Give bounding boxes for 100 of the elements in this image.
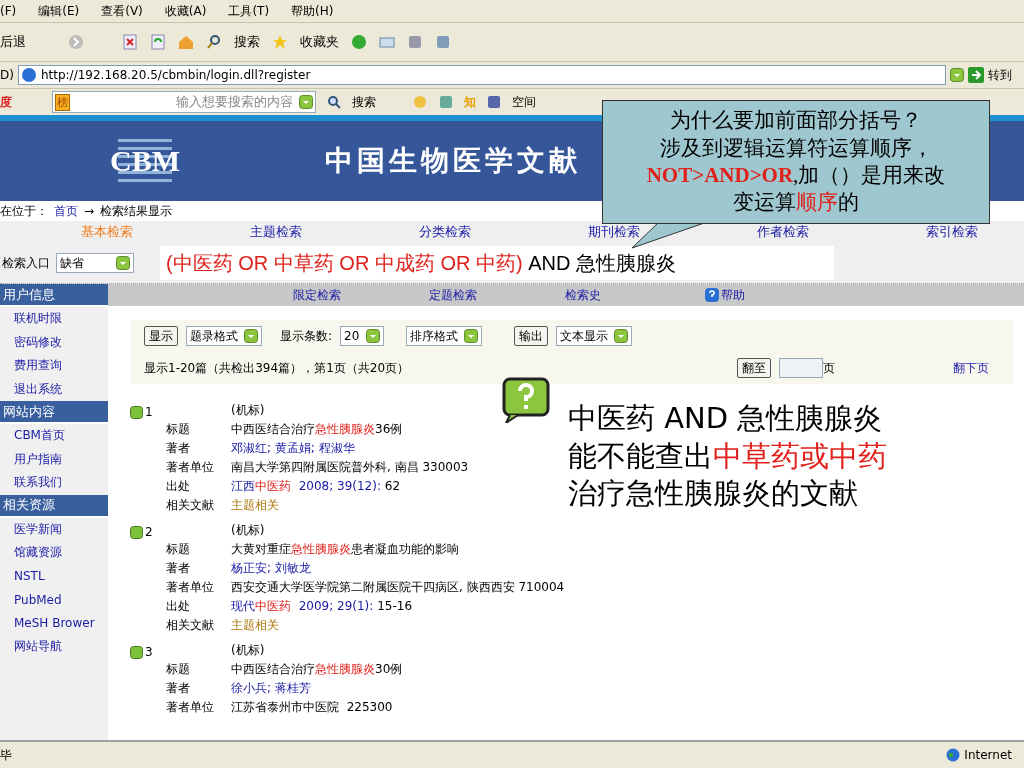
search-button[interactable]: 搜索	[234, 33, 260, 51]
record-number: 2	[130, 522, 166, 539]
menu-item[interactable]: 帮助(H)	[291, 2, 334, 20]
note-text: 治疗急性胰腺炎的文献	[568, 475, 859, 513]
field-value: 南昌大学第四附属医院普外科, 南昌 330003	[231, 459, 469, 476]
field-value: 主题相关	[231, 497, 279, 514]
square-icon[interactable]	[435, 34, 451, 50]
search-tab[interactable]: 索引检索	[925, 223, 978, 241]
goto-button[interactable]: 翻至	[737, 358, 772, 378]
entry-label: 检索入口	[2, 254, 50, 272]
address-field[interactable]: http://192.168.20.5/cbmbin/login.dll?register	[17, 65, 946, 85]
sort-select[interactable]: 排序格式	[406, 326, 483, 346]
field-value: 大黄对重症急性胰腺炎患者凝血功能的影响	[231, 541, 459, 558]
sidebar-item[interactable]: 馆藏资源	[0, 541, 108, 565]
sidebar-item[interactable]: NSTL	[0, 564, 108, 588]
search-button[interactable]: 搜索	[352, 93, 376, 111]
sidebar-item[interactable]: 联机时限	[0, 307, 108, 331]
callout-text: NOT>AND>OR,加（）是用来改	[646, 162, 946, 189]
search-icon[interactable]	[326, 94, 342, 110]
search-tab[interactable]: 分类检索	[418, 223, 471, 241]
record-kind: (机标)	[231, 402, 265, 419]
refresh-icon[interactable]	[150, 34, 166, 50]
field-value: 江苏省泰州市中医院 225300	[231, 699, 393, 716]
field-label: 著者	[166, 680, 191, 697]
record-kind: (机标)	[231, 642, 265, 659]
sub-nav-link[interactable]: 限定检索	[293, 286, 341, 304]
show-button[interactable]: 显示	[144, 326, 178, 346]
field-label: 标题	[166, 541, 191, 558]
note-text: 能不能查出中草药或中药	[568, 437, 887, 475]
field-label: 著者	[166, 560, 191, 577]
query-text: (中医药 OR 中草药 OR 中成药 OR 中药) AND 急性胰腺炎	[160, 246, 834, 280]
export-button[interactable]: 输出	[514, 326, 549, 346]
field-value: 西安交通大学医学院第二附属医院干四病区, 陕西西安 710004	[231, 579, 565, 596]
field-label: 著者	[166, 440, 191, 457]
field-value: 中西医结合治疗急性胰腺炎30例	[231, 661, 403, 678]
count-label: 显示条数:	[280, 327, 333, 345]
format-select[interactable]: 题录格式	[186, 326, 262, 346]
search-icon[interactable]	[206, 34, 222, 50]
sidebar-item[interactable]: CBM首页	[0, 424, 108, 448]
record-marker-icon	[130, 646, 143, 659]
star-icon[interactable]	[272, 34, 288, 50]
go-icon[interactable]	[968, 67, 984, 83]
field-label: 著者单位	[166, 579, 215, 596]
field-label: 相关文献	[166, 497, 215, 514]
sidebar-item[interactable]: 网站导航	[0, 635, 108, 659]
go-button[interactable]: 转到	[988, 66, 1012, 84]
search-tab[interactable]: 作者检索	[756, 223, 809, 241]
record-kind: (机标)	[231, 522, 265, 539]
output-select[interactable]: 文本显示	[556, 326, 633, 346]
entry-select[interactable]: 缺省	[56, 253, 134, 273]
stop-icon[interactable]	[122, 34, 138, 50]
search-tab[interactable]: 期刊检索	[587, 223, 640, 241]
sidebar-item[interactable]: 用户指南	[0, 447, 108, 471]
sidebar-item[interactable]: 联系我们	[0, 471, 108, 495]
menu-item[interactable]: 收藏(A)	[164, 2, 207, 20]
home-link[interactable]: 首页	[54, 202, 78, 220]
callout-text: 变运算顺序的	[733, 189, 859, 217]
note-text: 中医药 AND 急性胰腺炎	[568, 400, 884, 437]
arrow-text: →	[84, 204, 95, 218]
sidebar-item[interactable]: 医学新闻	[0, 517, 108, 541]
sidebar-heading: 相关资源	[0, 494, 108, 518]
menu-item[interactable]: 查看(V)	[101, 2, 143, 20]
sidebar-heading: 网站内容	[0, 401, 108, 424]
search-field[interactable]: 榜 输入想要搜索的内容	[52, 91, 316, 113]
menu-item[interactable]: 工具(T)	[228, 2, 270, 20]
back-button[interactable]: 后退	[0, 33, 26, 51]
zone-text: Internet	[946, 748, 1012, 762]
field-label: 著者单位	[166, 459, 215, 476]
field-value: 主题相关	[231, 617, 279, 634]
menu-item[interactable]: (F)	[0, 4, 17, 18]
sub-nav-link[interactable]: 定题检索	[429, 286, 477, 304]
favorites-button[interactable]: 收藏夹	[300, 33, 339, 51]
field-label: 标题	[166, 421, 191, 438]
count-select[interactable]: 20	[340, 326, 385, 346]
search-logo: 度	[0, 93, 12, 111]
cbm-logo: CBM	[90, 131, 200, 191]
callout-text: 涉及到逻辑运算符运算顺序，	[659, 134, 933, 162]
field-value: 邓淑红; 黄孟娟; 程淑华	[231, 440, 355, 457]
field-value: 江西中医药 2008; 39(12): 62	[231, 478, 401, 495]
current-page: 检索结果显示	[100, 202, 173, 220]
field-label: 著者单位	[166, 699, 215, 716]
search-tab[interactable]: 主题检索	[249, 223, 302, 241]
space-button[interactable]: 空间	[512, 93, 536, 111]
menu-item[interactable]: 编辑(E)	[38, 2, 80, 20]
sidebar-item[interactable]: 费用查询	[0, 354, 108, 378]
help-link[interactable]: 帮助	[705, 286, 745, 304]
sidebar-item[interactable]: MeSH Brower	[0, 611, 108, 635]
next-page-link[interactable]: 翻下页	[953, 359, 990, 377]
sub-nav-link[interactable]: 检索史	[565, 286, 601, 304]
sidebar-item[interactable]: 退出系统	[0, 377, 108, 401]
sidebar-item[interactable]: PubMed	[0, 588, 108, 612]
record-number: 3	[130, 642, 166, 659]
help-icon[interactable]	[705, 288, 719, 302]
field-label: 出处	[166, 598, 191, 615]
record-number: 1	[130, 402, 166, 419]
sidebar-item[interactable]: 密码修改	[0, 330, 108, 354]
sidebar-heading: 用户信息	[0, 284, 108, 307]
address-label: D)	[0, 68, 14, 82]
field-value: 徐小兵; 蒋桂芳	[231, 680, 311, 697]
page-field[interactable]	[779, 358, 824, 378]
